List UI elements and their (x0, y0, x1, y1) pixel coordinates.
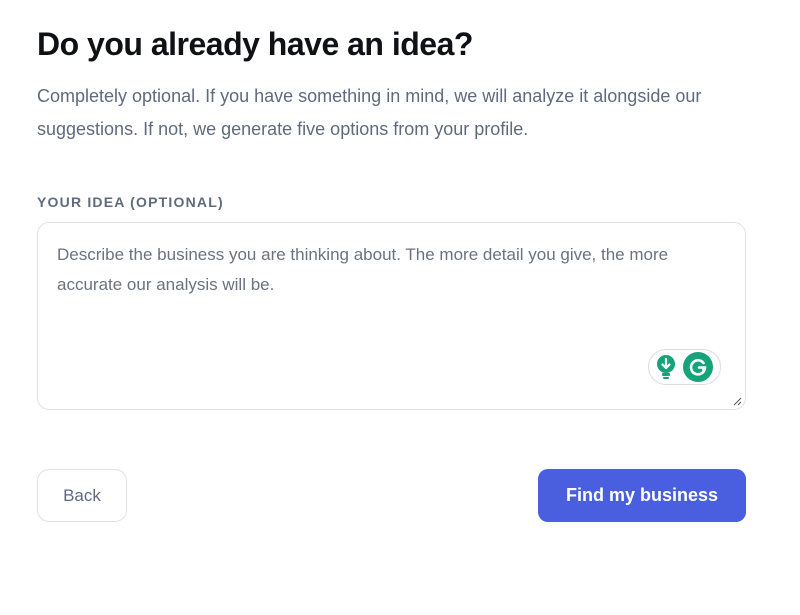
idea-field-label: YOUR IDEA (OPTIONAL) (37, 194, 224, 210)
find-my-business-button[interactable]: Find my business (538, 469, 746, 522)
idea-step: Do you already have an idea? Completely … (0, 0, 800, 615)
idea-textarea[interactable] (38, 223, 745, 409)
page-subtitle: Completely optional. If you have somethi… (37, 86, 702, 139)
grammarly-logo-icon[interactable] (683, 352, 713, 382)
page-title: Do you already have an idea? (37, 26, 473, 62)
back-button[interactable]: Back (37, 469, 127, 522)
idea-textarea-container (37, 222, 746, 410)
resize-handle-icon[interactable] (732, 396, 742, 406)
grammarly-widget[interactable] (648, 349, 721, 385)
lightbulb-icon[interactable] (655, 354, 677, 380)
